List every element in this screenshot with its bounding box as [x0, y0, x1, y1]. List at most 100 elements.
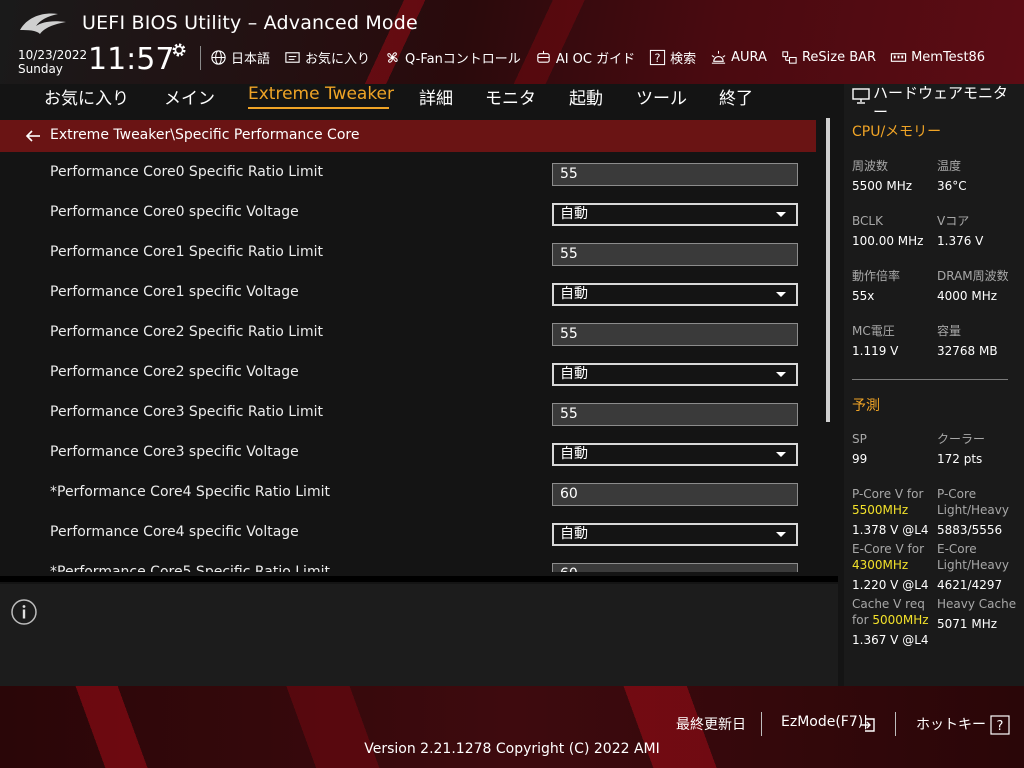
ratio-limit-input[interactable]: 55 [552, 403, 798, 426]
scrollbar[interactable] [826, 118, 830, 422]
toolbar-language[interactable]: 日本語 [210, 48, 270, 67]
cache-v-sublabel: for 5000MHz [852, 612, 929, 628]
cache-v-for-label: for [852, 613, 869, 627]
setting-row[interactable]: Performance Core0 Specific Ratio Limit 5… [0, 152, 816, 192]
toolbar-memtest[interactable]: MemTest86 [890, 49, 985, 66]
vcore-value: 1.376 V [937, 234, 984, 248]
voltage-dropdown[interactable]: 自動 [552, 203, 798, 226]
prediction-section-title: 予測 [852, 398, 880, 414]
setting-row[interactable]: Performance Core2 Specific Ratio Limit 5… [0, 312, 816, 352]
toolbar-memtest-label: MemTest86 [911, 49, 986, 65]
ecore-light-heavy-value: 4621/4297 [937, 578, 1003, 592]
tab-advanced[interactable]: 詳細 [419, 84, 453, 109]
ai-oc-icon [537, 50, 550, 63]
ratio-value: 55x [852, 289, 875, 303]
setting-label: Performance Core0 specific Voltage [50, 204, 299, 220]
hardware-monitor-divider [852, 379, 1008, 380]
header-divider [200, 46, 201, 70]
pcore-v-value: 1.378 V @L4 [852, 523, 929, 537]
pcore-light-heavy-sublabel: Light/Heavy [937, 503, 1009, 517]
setting-row[interactable]: Performance Core4 specific Voltage 自動 [0, 512, 816, 552]
day-label: Sunday [18, 62, 63, 76]
tab-tool[interactable]: ツール [636, 84, 687, 109]
voltage-dropdown[interactable]: 自動 [552, 283, 798, 306]
setting-row[interactable]: Performance Core3 Specific Ratio Limit 5… [0, 392, 816, 432]
hardware-monitor-title: ハードウェアモニター [873, 84, 1009, 121]
tab-boot[interactable]: 起動 [569, 84, 603, 109]
dram-frequency-value: 4000 MHz [937, 289, 998, 303]
cache-v-value: 1.367 V @L4 [852, 633, 929, 647]
tab-main[interactable]: メイン [164, 84, 215, 109]
rog-logo-icon [20, 13, 66, 34]
voltage-dropdown[interactable]: 自動 [552, 443, 798, 466]
ecore-light-heavy-sublabel: Light/Heavy [937, 558, 1009, 572]
ecore-v-frequency: 4300MHz [852, 558, 909, 572]
search-icon: ? [650, 49, 666, 65]
toolbar-aura[interactable]: AURA [710, 49, 767, 66]
clock-time: 11:57 [88, 42, 175, 77]
setting-label: Performance Core1 Specific Ratio Limit [50, 244, 323, 260]
setting-label: Performance Core2 Specific Ratio Limit [50, 324, 323, 340]
version-text: Version 2.21.1278 Copyright (C) 2022 AMI [364, 741, 660, 757]
cooler-label: クーラー [937, 432, 986, 446]
ratio-limit-input[interactable]: 60 [552, 483, 798, 506]
ecore-v-label: E-Core V for [852, 542, 925, 556]
toolbar-favorites[interactable]: お気に入り [284, 48, 370, 67]
ratio-limit-input[interactable]: 60 [552, 563, 798, 572]
bclk-value: 100.00 MHz [852, 234, 924, 248]
pcore-light-heavy-label: P-Core [937, 487, 977, 501]
back-arrow-icon[interactable] [24, 128, 42, 144]
tab-favorites[interactable]: お気に入り [44, 84, 129, 109]
voltage-dropdown[interactable]: 自動 [552, 523, 798, 546]
toolbar-search[interactable]: ? 検索 [649, 48, 696, 67]
setting-row[interactable]: Performance Core3 specific Voltage 自動 [0, 432, 816, 472]
memtest-icon [890, 52, 907, 62]
dropdown-value: 自動 [560, 206, 588, 222]
temperature-value: 36°C [937, 179, 967, 193]
tab-exit[interactable]: 終了 [719, 84, 753, 109]
footer-divider [761, 712, 762, 736]
frequency-label: 周波数 [852, 159, 889, 173]
ratio-limit-input[interactable]: 55 [552, 243, 798, 266]
app-title: UEFI BIOS Utility – Advanced Mode [82, 12, 418, 34]
setting-row[interactable]: Performance Core2 specific Voltage 自動 [0, 352, 816, 392]
bclk-label: BCLK [852, 214, 883, 228]
svg-text:?: ? [655, 50, 661, 64]
active-tab-underline [248, 107, 389, 109]
pcore-v-label: P-Core V for [852, 487, 924, 501]
cache-v-frequency: 5000MHz [872, 613, 929, 627]
help-key-icon[interactable]: ? [990, 715, 1010, 735]
ezmode-button[interactable]: EzMode(F7)| [781, 714, 868, 730]
setting-row[interactable]: *Performance Core5 Specific Ratio Limit … [0, 552, 816, 572]
toolbar-ai-oc[interactable]: AI OC ガイド [535, 48, 635, 67]
help-panel [0, 584, 838, 686]
setting-row[interactable]: Performance Core1 Specific Ratio Limit 5… [0, 232, 816, 272]
exit-arrow-icon[interactable] [859, 716, 877, 734]
resize-bar-icon [782, 50, 797, 64]
setting-label: Performance Core3 specific Voltage [50, 444, 299, 460]
ratio-limit-input[interactable]: 55 [552, 323, 798, 346]
setting-row[interactable]: *Performance Core4 Specific Ratio Limit … [0, 472, 816, 512]
tab-extreme-tweaker[interactable]: Extreme Tweaker [248, 84, 394, 104]
setting-row[interactable]: Performance Core1 specific Voltage 自動 [0, 272, 816, 312]
temperature-label: 温度 [937, 159, 962, 173]
toolbar-qfan[interactable]: Q-Fanコントロール [384, 48, 521, 67]
last-modified-button[interactable]: 最終更新日 [676, 714, 746, 734]
hotkey-button[interactable]: ホットキー [916, 714, 986, 734]
pcore-light-heavy-value: 5883/5556 [937, 523, 1003, 537]
setting-row[interactable]: Performance Core0 specific Voltage 自動 [0, 192, 816, 232]
gear-icon[interactable] [171, 42, 187, 58]
dropdown-arrow-icon [776, 372, 786, 377]
ecore-light-heavy-label: E-Core [937, 542, 977, 556]
tab-monitor[interactable]: モニタ [485, 84, 536, 109]
toolbar-resize-bar[interactable]: ReSize BAR [781, 49, 876, 66]
date-label: 10/23/2022 [18, 48, 88, 62]
setting-label: *Performance Core4 Specific Ratio Limit [50, 484, 330, 500]
toolbar-favorites-label: お気に入り [305, 51, 371, 67]
mc-voltage-label: MC電圧 [852, 324, 895, 338]
ecore-v-value: 1.220 V @L4 [852, 578, 929, 592]
settings-list: Performance Core0 Specific Ratio Limit 5… [0, 152, 816, 572]
ratio-label: 動作倍率 [852, 269, 901, 283]
voltage-dropdown[interactable]: 自動 [552, 363, 798, 386]
ratio-limit-input[interactable]: 55 [552, 163, 798, 186]
